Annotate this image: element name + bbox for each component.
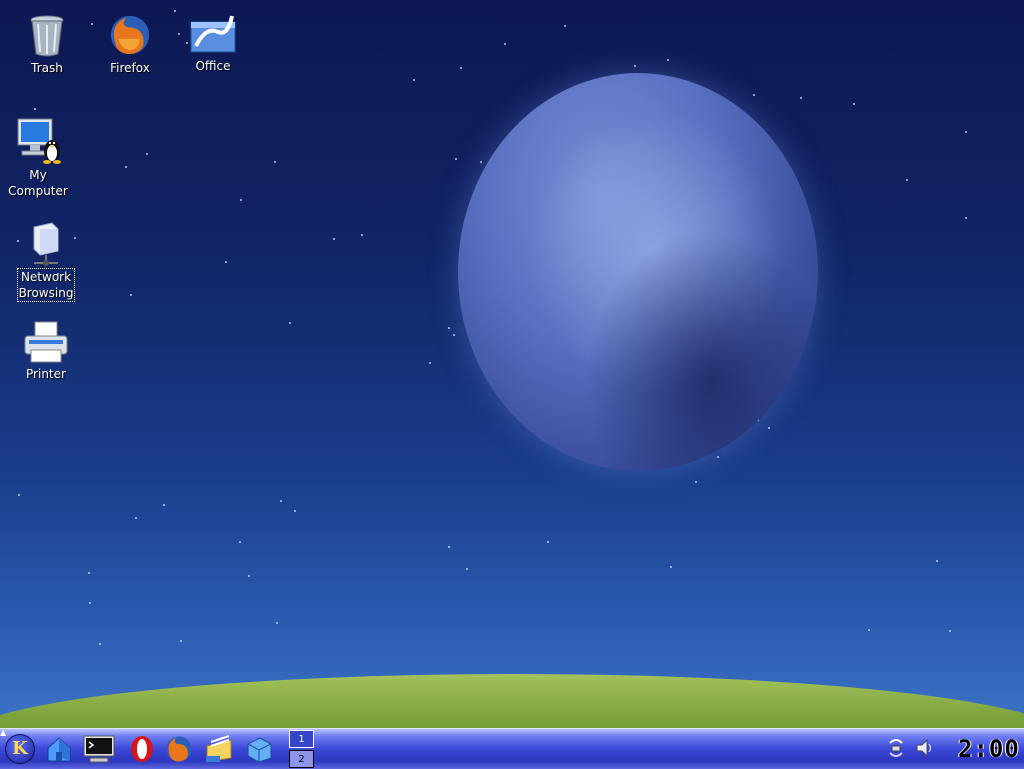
desktop-icon-trash[interactable]: Trash — [9, 14, 85, 76]
star — [276, 622, 278, 624]
star — [453, 334, 455, 336]
star — [294, 510, 296, 512]
star — [146, 153, 148, 155]
star — [163, 504, 165, 506]
star — [906, 179, 908, 181]
star — [670, 566, 672, 568]
firefox-label: Firefox — [110, 61, 150, 75]
star — [89, 602, 91, 604]
star — [965, 217, 967, 219]
star — [99, 643, 101, 645]
star — [936, 560, 938, 562]
office-icon — [190, 15, 236, 53]
star — [429, 362, 431, 364]
star — [667, 59, 669, 61]
system-tray — [886, 737, 934, 759]
desktop-icon-network-browsing[interactable]: Network Browsing — [8, 221, 84, 302]
star — [853, 103, 855, 105]
mail-launcher[interactable] — [201, 731, 237, 767]
star — [361, 234, 363, 236]
desktop[interactable]: Trash Firefox Office My Computer Network… — [0, 0, 1024, 728]
kde-panel-taskbar: ▲ K 1 2 2:00 — [0, 728, 1024, 769]
desktop-icon-printer[interactable]: Printer — [8, 320, 84, 382]
star — [333, 238, 335, 240]
star — [125, 166, 127, 168]
firefox-launcher[interactable] — [161, 731, 197, 767]
mail-icon — [206, 735, 232, 763]
star — [868, 629, 870, 631]
computer-icon — [17, 118, 61, 164]
star — [130, 294, 132, 296]
printer-label: Printer — [26, 367, 66, 381]
office-label: Office — [195, 59, 231, 73]
star — [413, 79, 415, 81]
opera-icon — [131, 736, 153, 762]
star — [949, 630, 951, 632]
desktop-pager: 1 2 — [289, 729, 316, 769]
star — [239, 541, 241, 543]
star — [460, 67, 462, 69]
desktop-icon-office[interactable]: Office — [175, 14, 251, 74]
printer-icon — [24, 321, 68, 363]
star — [480, 161, 482, 163]
star — [174, 10, 176, 12]
star — [695, 481, 697, 483]
desktop-icon-my-computer[interactable]: My Computer — [0, 117, 76, 199]
network-icon — [33, 222, 59, 266]
network-update-icon[interactable] — [886, 737, 906, 759]
star — [466, 568, 468, 570]
star — [717, 456, 719, 458]
star — [634, 65, 636, 67]
star — [448, 546, 450, 548]
star — [135, 517, 137, 519]
star — [768, 427, 770, 429]
star — [248, 575, 250, 577]
star — [180, 640, 182, 642]
firefox-icon — [166, 736, 192, 762]
firefox-icon — [110, 15, 150, 55]
home-folder-icon — [47, 737, 71, 762]
star — [34, 108, 36, 110]
network-browsing-label: Network Browsing — [16, 268, 76, 302]
panel-clock[interactable]: 2:00 — [958, 735, 1019, 763]
home-folder-launcher[interactable] — [41, 731, 77, 767]
trash-icon — [30, 15, 64, 57]
pager-desktop-2[interactable]: 2 — [289, 750, 314, 768]
star — [280, 500, 282, 502]
trash-label: Trash — [31, 61, 63, 75]
my-computer-label: My Computer — [8, 168, 68, 198]
star — [225, 261, 227, 263]
star — [240, 199, 242, 201]
star — [547, 541, 549, 543]
desktop-icon-firefox[interactable]: Firefox — [92, 12, 168, 76]
star — [564, 25, 566, 27]
star — [88, 572, 90, 574]
pager-desktop-1[interactable]: 1 — [289, 730, 314, 748]
k-menu-button[interactable]: K — [2, 731, 38, 767]
star — [18, 494, 20, 496]
star — [274, 161, 276, 163]
star — [753, 94, 755, 96]
terminal-launcher[interactable] — [81, 731, 117, 767]
star — [448, 327, 450, 329]
star — [800, 97, 802, 99]
package-launcher[interactable] — [241, 731, 277, 767]
opera-launcher[interactable] — [124, 731, 160, 767]
star — [504, 43, 506, 45]
star — [289, 322, 291, 324]
k-menu-icon: K — [5, 734, 35, 764]
terminal-icon — [83, 735, 115, 763]
volume-icon[interactable] — [914, 737, 934, 759]
package-icon — [247, 737, 272, 763]
star — [965, 131, 967, 133]
star — [455, 158, 457, 160]
moon-wallpaper-graphic — [458, 73, 818, 471]
